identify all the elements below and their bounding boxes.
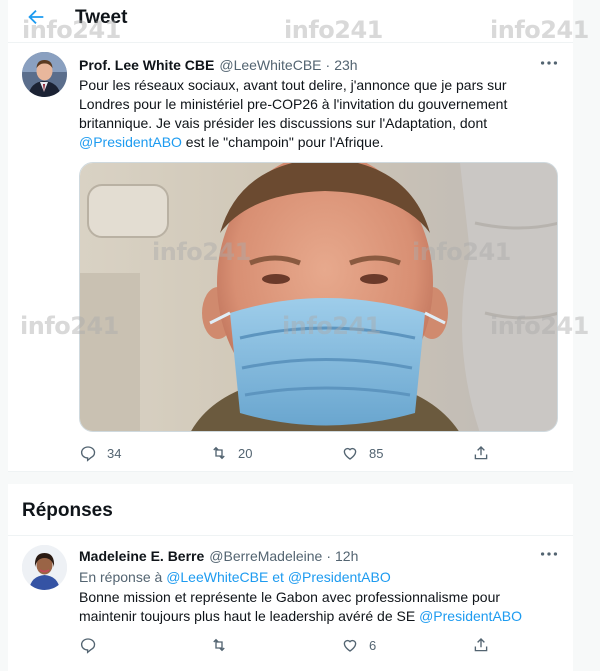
share-icon	[474, 446, 488, 460]
avatar[interactable]	[22, 545, 67, 590]
more-icon[interactable]	[538, 543, 560, 565]
in-reply-prefix: En réponse à	[79, 569, 163, 585]
reply-author-handle[interactable]: @BerreMadeleine	[209, 548, 322, 564]
replies-divider	[8, 535, 573, 536]
like-icon	[343, 639, 357, 652]
separator: ·	[326, 548, 331, 564]
share-button[interactable]	[472, 444, 600, 462]
reply-author-name[interactable]: Madeleine E. Berre	[79, 548, 204, 564]
retweet-button[interactable]	[210, 636, 341, 654]
reply-actions: 6	[79, 636, 600, 654]
like-button[interactable]: 6	[341, 636, 472, 654]
main-tweet-panel: Tweet Prof. Lee White CBE @LeeWhiteCBE ·…	[8, 0, 573, 472]
retweet-icon	[213, 446, 225, 460]
reply-text-mention[interactable]: @PresidentABO	[419, 608, 522, 624]
in-reply-mention-1[interactable]: @LeeWhiteCBE	[166, 569, 268, 585]
reply-icon	[80, 638, 96, 654]
retweet-icon	[213, 638, 225, 652]
tweet-author-row: Prof. Lee White CBE @LeeWhiteCBE · 23h	[79, 57, 358, 73]
page-header: Tweet	[8, 0, 573, 38]
like-count: 6	[369, 637, 377, 653]
reply-time[interactable]: 12h	[335, 548, 358, 564]
retweet-button[interactable]: 20	[210, 444, 341, 462]
retweet-count: 20	[238, 445, 253, 461]
reply-author-row: Madeleine E. Berre @BerreMadeleine · 12h	[79, 548, 358, 564]
tweet-text-part1: Pour les réseaux sociaux, avant tout del…	[79, 77, 508, 131]
tweet-photo[interactable]	[79, 162, 558, 432]
tweet-mention[interactable]: @PresidentABO	[79, 134, 182, 150]
page-title: Tweet	[75, 7, 128, 28]
header-divider	[8, 42, 573, 43]
tweet-text: Pour les réseaux sociaux, avant tout del…	[79, 76, 529, 152]
like-button[interactable]: 85	[341, 444, 472, 462]
reply-icon	[80, 446, 96, 462]
replies-panel: Réponses Madeleine E. Berre @BerreMadele…	[8, 484, 573, 671]
in-reply-to: En réponse à @LeeWhiteCBE et @PresidentA…	[79, 568, 529, 587]
tweet-text-part2: est le "champoin" pour l'Afrique.	[181, 134, 384, 150]
tweet-time[interactable]: 23h	[334, 57, 357, 73]
more-icon[interactable]	[538, 52, 560, 74]
avatar[interactable]	[22, 52, 67, 97]
like-icon	[343, 447, 357, 460]
in-reply-and: et	[272, 569, 284, 585]
author-name[interactable]: Prof. Lee White CBE	[79, 57, 214, 73]
replies-heading: Réponses	[22, 500, 113, 521]
share-icon	[474, 638, 488, 652]
reply-count: 34	[107, 445, 122, 461]
separator: ·	[325, 57, 331, 73]
reply-button[interactable]: 34	[79, 444, 210, 462]
share-button[interactable]	[472, 636, 600, 654]
tweet-actions: 34 20 85	[79, 444, 600, 462]
author-handle[interactable]: @LeeWhiteCBE	[219, 57, 321, 73]
back-arrow-icon[interactable]	[22, 6, 50, 28]
reply-button[interactable]	[79, 636, 210, 654]
in-reply-mention-2[interactable]: @PresidentABO	[288, 569, 391, 585]
reply-text: Bonne mission et représente le Gabon ave…	[79, 588, 534, 626]
like-count: 85	[369, 445, 384, 461]
